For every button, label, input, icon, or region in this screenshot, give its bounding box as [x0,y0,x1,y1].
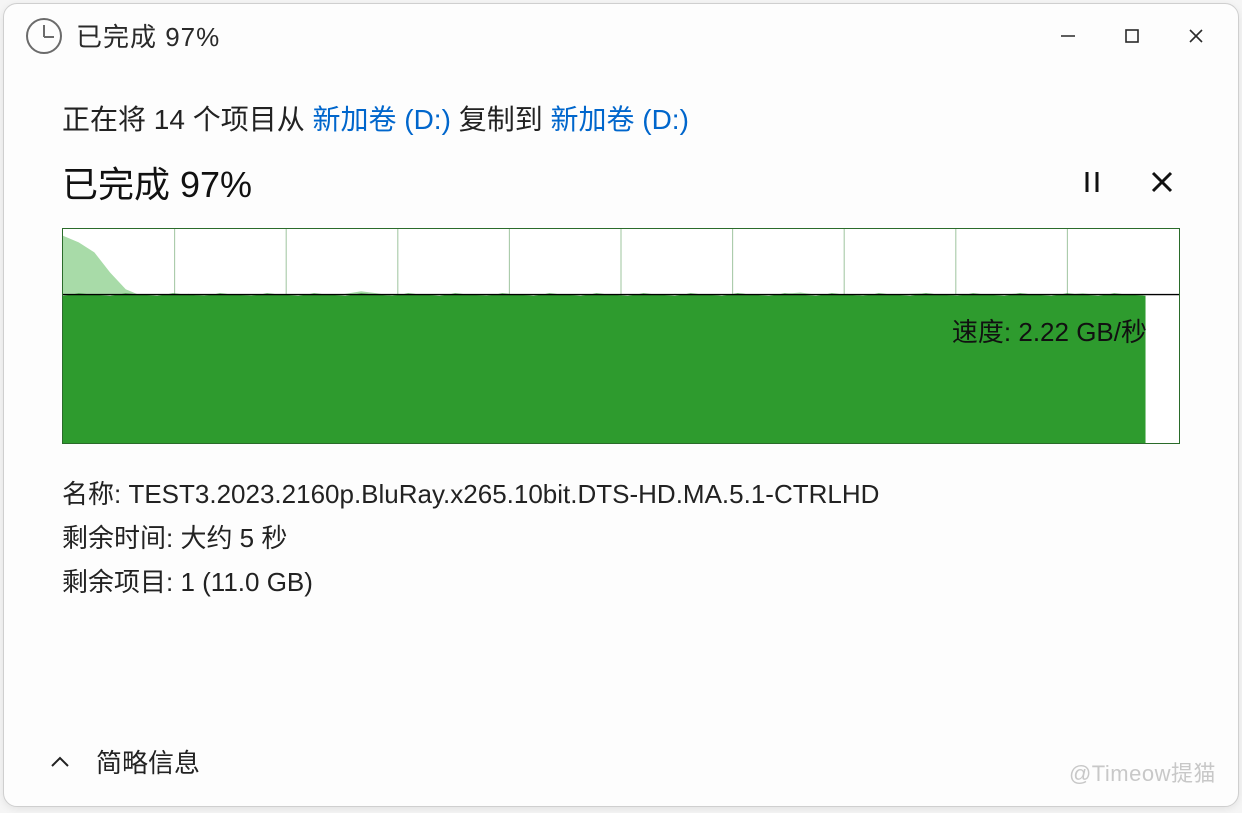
detail-items-remaining: 剩余项目: 1 (11.0 GB) [62,560,1180,604]
file-copy-dialog: 已完成 97% 正在将 14 个项目从 新加卷 (D:) 复制到 新加卷 (D:… [3,3,1239,807]
dest-drive-link[interactable]: 新加卷 (D:) [550,104,688,135]
dialog-body: 正在将 14 个项目从 新加卷 (D:) 复制到 新加卷 (D:) 已完成 97… [4,68,1238,723]
items-label: 剩余项目: [62,567,180,597]
source-drive-link[interactable]: 新加卷 (D:) [312,104,450,135]
window-title: 已完成 97% [76,17,220,54]
details-block: 名称: TEST3.2023.2160p.BluRay.x265.10bit.D… [62,472,1180,605]
clock-icon [26,18,62,54]
footer: 简略信息 [4,723,1238,806]
time-value: 大约 5 秒 [180,523,287,553]
copy-prefix: 正在将 14 个项目从 [62,104,312,135]
name-label: 名称: [62,479,128,509]
speed-chart: 速度: 2.22 GB/秒 [62,228,1180,444]
minimize-button[interactable] [1036,8,1100,64]
close-button[interactable] [1164,8,1228,64]
progress-percent: 已完成 97% [62,156,1040,208]
progress-row: 已完成 97% [62,156,1180,208]
items-value: 1 (11.0 GB) [180,567,312,597]
copy-middle: 复制到 [451,104,551,135]
titlebar: 已完成 97% [4,4,1238,68]
window-controls [1036,8,1228,64]
speed-label: 速度: 2.22 GB/秒 [950,312,1149,349]
cancel-button[interactable] [1144,164,1180,200]
chevron-up-icon[interactable] [44,746,76,778]
time-label: 剩余时间: [62,523,180,553]
pause-button[interactable] [1074,164,1110,200]
detail-time-remaining: 剩余时间: 大约 5 秒 [62,516,1180,560]
maximize-button[interactable] [1100,8,1164,64]
name-value: TEST3.2023.2160p.BluRay.x265.10bit.DTS-H… [128,479,879,509]
detail-name: 名称: TEST3.2023.2160p.BluRay.x265.10bit.D… [62,472,1180,516]
copy-description: 正在将 14 个项目从 新加卷 (D:) 复制到 新加卷 (D:) [62,98,1180,138]
details-toggle-label[interactable]: 简略信息 [96,743,200,780]
